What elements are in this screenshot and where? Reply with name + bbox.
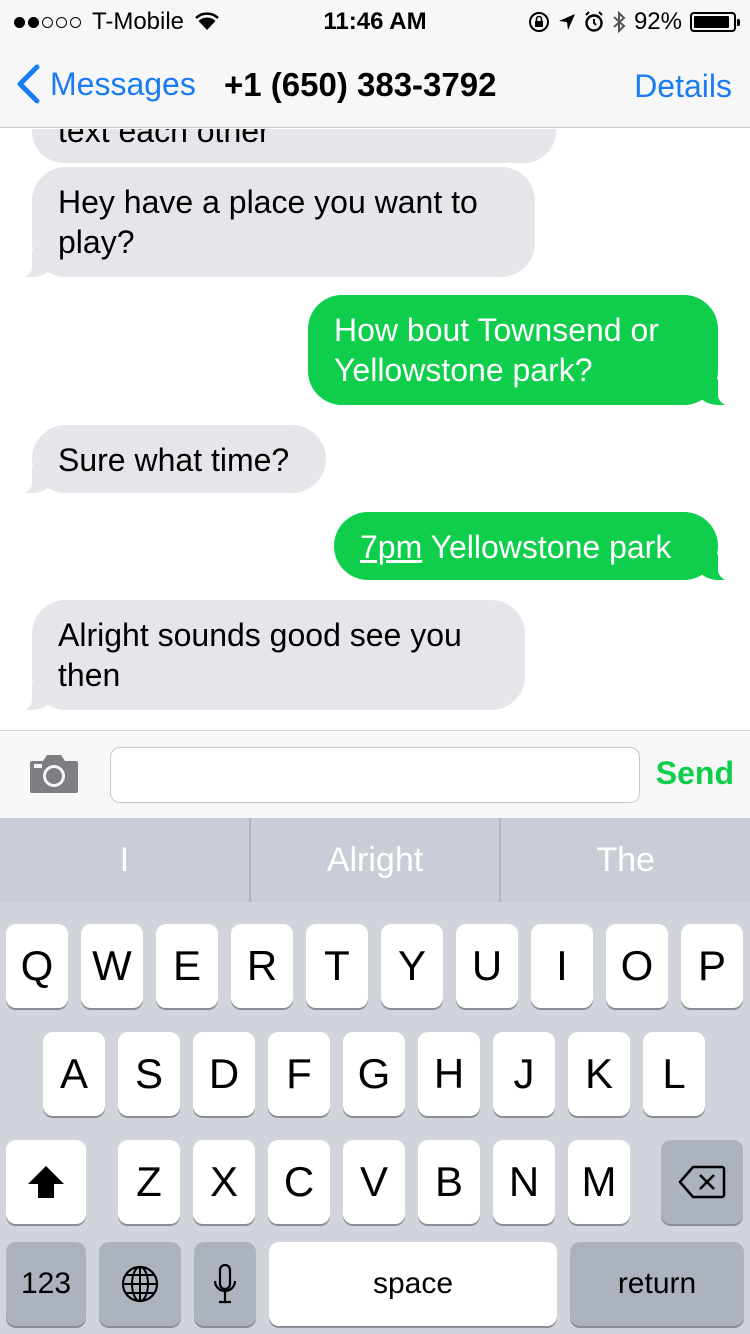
message-input[interactable] xyxy=(110,747,640,803)
shift-icon xyxy=(26,1164,66,1200)
send-button[interactable]: Send xyxy=(656,755,734,792)
key-a[interactable]: A xyxy=(43,1032,105,1116)
key-p[interactable]: P xyxy=(681,924,743,1008)
key-o[interactable]: O xyxy=(606,924,668,1008)
key-u[interactable]: U xyxy=(456,924,518,1008)
globe-icon xyxy=(120,1264,160,1304)
message-thread[interactable]: text each other Hey have a place you wan… xyxy=(0,129,750,730)
back-button[interactable]: Messages xyxy=(16,64,196,104)
key-h[interactable]: H xyxy=(418,1032,480,1116)
message-bubble-incoming[interactable]: Hey have a place you want to play? xyxy=(6,167,535,279)
key-r[interactable]: R xyxy=(231,924,293,1008)
battery-percent: 92% xyxy=(633,8,682,35)
alarm-icon xyxy=(584,11,604,33)
message-text: Hey have a place you want to play? xyxy=(58,184,478,260)
back-button-label: Messages xyxy=(50,65,196,102)
key-l[interactable]: L xyxy=(643,1032,705,1116)
navigation-bar: Messages +1 (650) 383-3792 Details xyxy=(0,42,750,128)
time-link[interactable]: 7pm xyxy=(360,529,422,565)
message-text: 7pm Yellowstone park xyxy=(360,529,672,565)
suggestion-1[interactable]: I xyxy=(0,818,251,902)
compose-bar: Send xyxy=(0,730,750,818)
key-s[interactable]: S xyxy=(118,1032,180,1116)
numbers-key[interactable]: 123 xyxy=(6,1242,86,1326)
key-c[interactable]: C xyxy=(268,1140,330,1224)
globe-key[interactable] xyxy=(99,1242,181,1326)
message-text: Alright sounds good see you then xyxy=(58,617,462,693)
dictation-key[interactable] xyxy=(194,1242,256,1326)
status-bar: T-Mobile 11:46 AM 92% xyxy=(0,0,750,42)
key-w[interactable]: W xyxy=(81,924,143,1008)
message-text: Sure what time? xyxy=(58,442,290,478)
key-g[interactable]: G xyxy=(343,1032,405,1116)
key-d[interactable]: D xyxy=(193,1032,255,1116)
return-key[interactable]: return xyxy=(570,1242,744,1326)
key-y[interactable]: Y xyxy=(381,924,443,1008)
location-icon xyxy=(558,13,576,31)
key-f[interactable]: F xyxy=(268,1032,330,1116)
bluetooth-icon xyxy=(612,10,626,34)
microphone-icon xyxy=(212,1263,238,1305)
key-q[interactable]: Q xyxy=(6,924,68,1008)
key-n[interactable]: N xyxy=(493,1140,555,1224)
predictive-bar: I Alright The xyxy=(0,818,750,902)
message-bubble-incoming[interactable]: text each other xyxy=(32,129,556,163)
key-e[interactable]: E xyxy=(156,924,218,1008)
message-bubble-incoming[interactable]: Sure what time? xyxy=(6,425,326,495)
delete-key[interactable] xyxy=(661,1140,743,1224)
key-m[interactable]: M xyxy=(568,1140,630,1224)
conversation-title: +1 (650) 383-3792 xyxy=(224,66,497,103)
message-text: text each other xyxy=(58,129,270,149)
message-bubble-outgoing[interactable]: 7pm Yellowstone park xyxy=(334,512,744,582)
key-b[interactable]: B xyxy=(418,1140,480,1224)
message-bubble-outgoing[interactable]: How bout Townsend or Yellowstone park? xyxy=(308,295,744,407)
keyboard: Q W E R T Y U I O P A S D F G H J K L Z … xyxy=(0,902,750,1334)
camera-icon xyxy=(28,753,80,795)
space-key[interactable]: space xyxy=(269,1242,557,1326)
rotation-lock-icon xyxy=(528,11,550,33)
key-i[interactable]: I xyxy=(531,924,593,1008)
key-z[interactable]: Z xyxy=(118,1140,180,1224)
backspace-icon xyxy=(678,1165,726,1199)
key-j[interactable]: J xyxy=(493,1032,555,1116)
status-right: 92% xyxy=(520,8,740,36)
key-t[interactable]: T xyxy=(306,924,368,1008)
details-button[interactable]: Details xyxy=(634,68,732,105)
suggestion-2[interactable]: Alright xyxy=(251,818,502,902)
battery-icon xyxy=(690,12,740,32)
message-bubble-incoming[interactable]: Alright sounds good see you then xyxy=(6,600,525,712)
key-x[interactable]: X xyxy=(193,1140,255,1224)
suggestion-3[interactable]: The xyxy=(501,818,750,902)
shift-key[interactable] xyxy=(6,1140,86,1224)
message-text: How bout Townsend or Yellowstone park? xyxy=(334,312,659,388)
key-k[interactable]: K xyxy=(568,1032,630,1116)
chevron-left-icon xyxy=(16,64,50,104)
camera-button[interactable] xyxy=(28,753,80,800)
key-v[interactable]: V xyxy=(343,1140,405,1224)
